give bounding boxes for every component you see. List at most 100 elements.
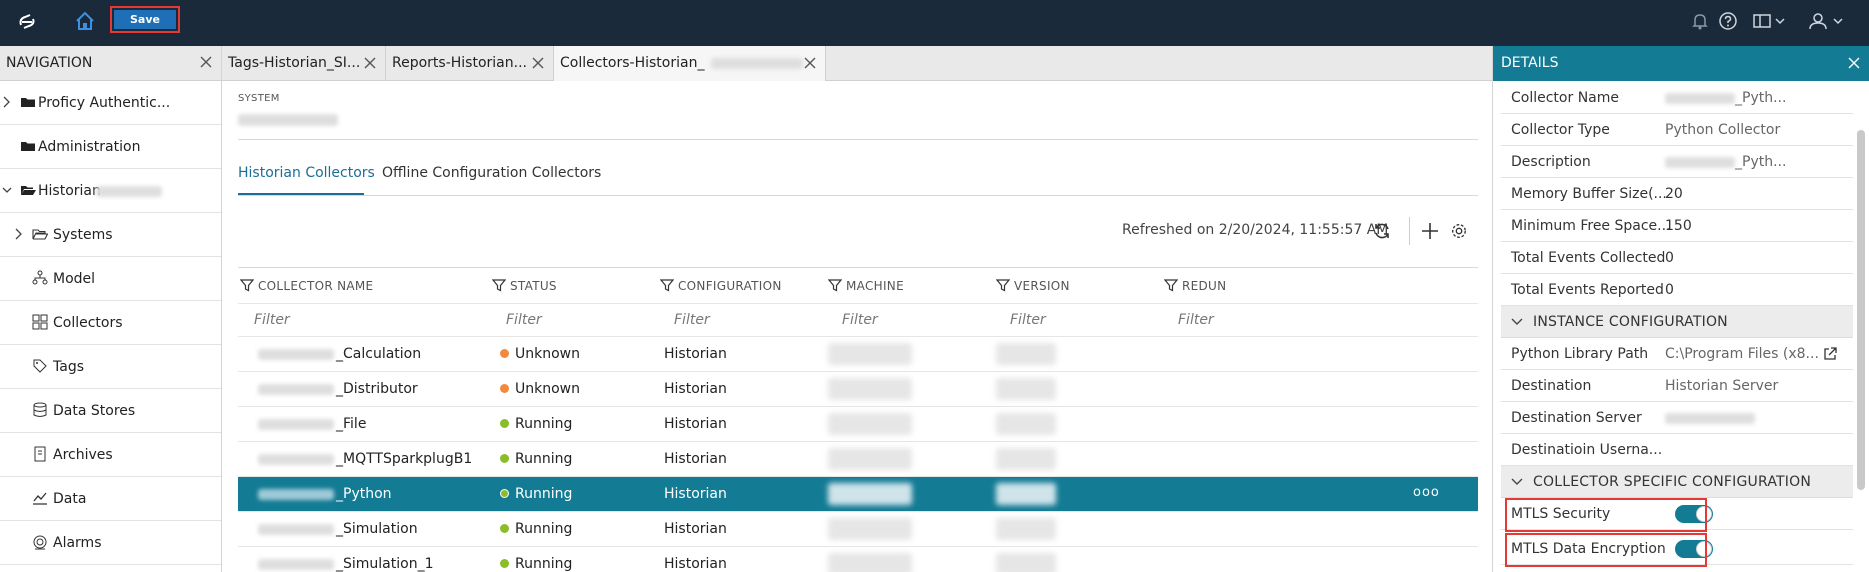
nav-item-systems[interactable]: Systems	[0, 213, 221, 257]
column-header-version[interactable]: VERSION	[996, 278, 1070, 293]
close-icon[interactable]	[363, 56, 377, 70]
chevron-right-icon[interactable]	[2, 95, 12, 109]
filter-icon[interactable]	[660, 278, 674, 292]
section-instance-configuration[interactable]: INSTANCE CONFIGURATION	[1501, 306, 1853, 338]
collector-name: _Distributor	[336, 381, 418, 397]
grid-icon	[32, 314, 48, 330]
redacted-text	[258, 349, 334, 360]
nav-item-archives[interactable]: Archives	[0, 433, 221, 477]
collector-name: _Simulation_1	[336, 556, 434, 572]
table-row[interactable]: _Calculation Unknown Historian	[238, 336, 1478, 371]
filter-collector-name[interactable]: Filter	[254, 312, 290, 328]
filter-status[interactable]: Filter	[506, 312, 542, 328]
column-header-redundancy[interactable]: REDUN	[1164, 278, 1226, 293]
app-logo-icon[interactable]	[16, 11, 38, 33]
status-cell: Unknown	[500, 381, 580, 397]
table-row[interactable]: _Distributor Unknown Historian	[238, 371, 1478, 406]
filter-icon[interactable]	[1164, 278, 1178, 292]
close-icon[interactable]	[199, 55, 213, 69]
details-scrollbar[interactable]	[1857, 130, 1865, 490]
nav-item-historian[interactable]: Historian	[0, 169, 221, 213]
nav-item-label: Tags	[53, 359, 84, 375]
more-actions-button[interactable]: ooo	[1413, 485, 1440, 500]
tab-label: Tags-Historian_SI...	[228, 55, 361, 71]
column-header-label: CONFIGURATION	[678, 279, 782, 293]
chevron-right-icon[interactable]	[14, 227, 24, 241]
configuration-cell: Historian	[664, 451, 727, 467]
redacted-text	[1665, 156, 1735, 168]
status-dot-unknown	[500, 349, 509, 358]
nav-item-proficy-authentication[interactable]: Proficy Authentic...	[0, 81, 221, 125]
nav-item-label: Model	[53, 271, 96, 287]
nav-item-data-stores[interactable]: Data Stores	[0, 389, 221, 433]
redacted-text	[258, 384, 334, 395]
redacted-text	[96, 186, 162, 197]
configuration-cell: Historian	[664, 381, 727, 397]
tab-reports-historian[interactable]: Reports-Historian...	[386, 46, 554, 81]
filter-redundancy[interactable]: Filter	[1178, 312, 1214, 328]
detail-label: Python Library Path	[1511, 346, 1649, 362]
close-icon[interactable]	[531, 56, 545, 70]
nav-item-alarms[interactable]: Alarms	[0, 521, 221, 565]
version-redacted	[996, 553, 1056, 572]
tab-label: Collectors-Historian_	[560, 55, 705, 71]
table-row[interactable]: _File Running Historian	[238, 406, 1478, 441]
bell-icon[interactable]	[1690, 11, 1710, 31]
status-text: Running	[515, 486, 573, 502]
external-link-icon[interactable]	[1822, 346, 1838, 362]
filter-row: Filter Filter Filter Filter Filter Filte…	[238, 303, 1478, 336]
subtab-historian-collectors[interactable]: Historian Collectors	[238, 165, 375, 181]
collector-name: _Simulation	[336, 521, 418, 537]
status-cell: Unknown	[500, 346, 580, 362]
table-row[interactable]: _Simulation Running Historian	[238, 511, 1478, 546]
filter-icon[interactable]	[996, 278, 1010, 292]
system-value-redacted	[238, 114, 338, 126]
navigation-header: NAVIGATION	[0, 46, 221, 81]
filter-icon[interactable]	[828, 278, 842, 292]
help-icon[interactable]	[1718, 11, 1738, 31]
configuration-cell: Historian	[664, 521, 727, 537]
chevron-down-icon[interactable]	[2, 183, 12, 197]
column-header-status[interactable]: STATUS	[492, 278, 557, 293]
section-collector-specific-configuration[interactable]: COLLECTOR SPECIFIC CONFIGURATION	[1501, 466, 1853, 498]
column-header-machine[interactable]: MACHINE	[828, 278, 904, 293]
add-icon[interactable]	[1420, 221, 1440, 241]
machine-redacted	[828, 343, 912, 365]
table-row[interactable]: _MQTTSparkplugB1 Running Historian	[238, 441, 1478, 476]
tab-collectors-historian[interactable]: Collectors-Historian_	[554, 46, 826, 81]
user-icon[interactable]	[1808, 11, 1846, 31]
version-redacted	[996, 518, 1056, 540]
home-icon[interactable]	[74, 10, 96, 32]
table-row[interactable]: _Simulation_1 Running Historian	[238, 546, 1478, 572]
navigation-panel: NAVIGATION Proficy Authentic... Administ…	[0, 46, 222, 572]
layout-icon[interactable]	[1752, 11, 1788, 31]
nav-item-tags[interactable]: Tags	[0, 345, 221, 389]
filter-icon[interactable]	[240, 278, 254, 292]
nav-item-data[interactable]: Data	[0, 477, 221, 521]
detail-value: 0	[1665, 282, 1674, 298]
save-button[interactable]: Save	[114, 10, 176, 29]
column-header-configuration[interactable]: CONFIGURATION	[660, 278, 782, 293]
nav-item-administration[interactable]: Administration	[0, 125, 221, 169]
filter-configuration[interactable]: Filter	[674, 312, 710, 328]
close-icon[interactable]	[803, 56, 817, 70]
machine-redacted	[828, 483, 912, 505]
tab-tags-historian[interactable]: Tags-Historian_SI...	[222, 46, 386, 81]
refresh-icon[interactable]	[1372, 221, 1392, 241]
detail-label: Minimum Free Space...	[1511, 218, 1671, 234]
chevron-down-icon[interactable]	[1511, 317, 1523, 327]
close-icon[interactable]	[1847, 56, 1861, 70]
filter-icon[interactable]	[492, 278, 506, 292]
filter-machine[interactable]: Filter	[842, 312, 878, 328]
nav-item-collectors[interactable]: Collectors	[0, 301, 221, 345]
gear-icon[interactable]	[1450, 222, 1468, 240]
nav-item-label: Historian	[38, 183, 101, 199]
collector-name: _Python	[336, 486, 392, 502]
chevron-down-icon[interactable]	[1511, 477, 1523, 487]
column-header-collector-name[interactable]: COLLECTOR NAME	[240, 278, 373, 293]
mtls-security-highlight	[1505, 498, 1707, 532]
table-row-selected[interactable]: _Python Running Historian ooo	[238, 476, 1478, 511]
filter-version[interactable]: Filter	[1010, 312, 1046, 328]
nav-item-model[interactable]: Model	[0, 257, 221, 301]
subtab-offline-configuration-collectors[interactable]: Offline Configuration Collectors	[382, 165, 601, 181]
